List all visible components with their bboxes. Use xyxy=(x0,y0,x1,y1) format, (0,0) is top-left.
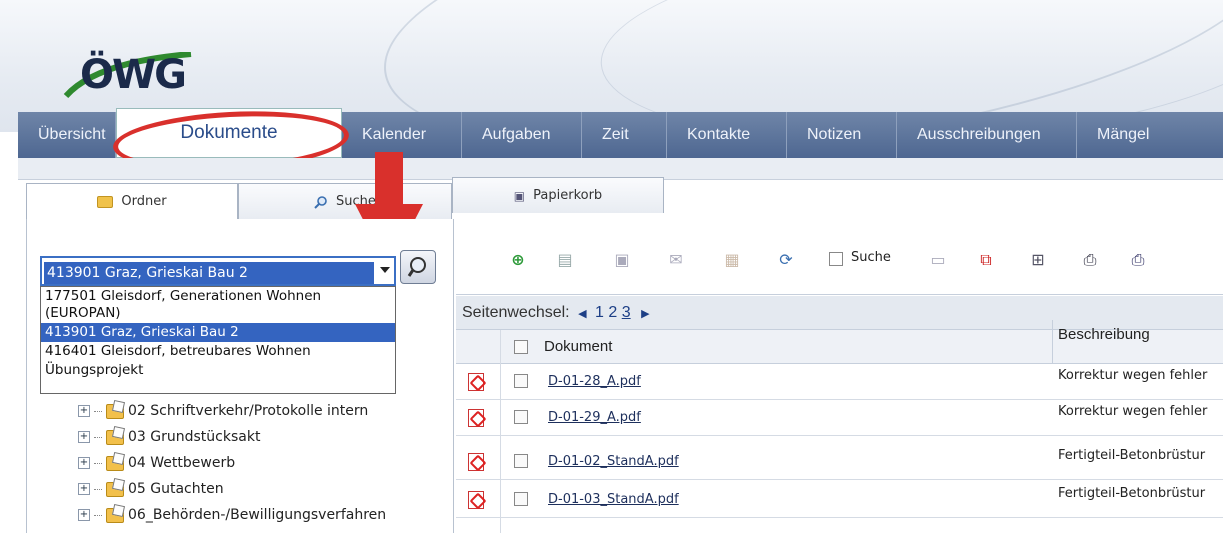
folder-icon xyxy=(106,403,124,419)
pdf-file-icon xyxy=(468,373,484,391)
document-link[interactable]: D-01-03_StandA.pdf xyxy=(548,492,679,507)
project-select[interactable]: 413901 Graz, Grieskai Bau 2 xyxy=(40,256,396,286)
search-checkbox[interactable] xyxy=(829,252,843,266)
column-header-description[interactable]: Beschreibung xyxy=(1058,326,1150,343)
refresh-icon[interactable]: ⟳ xyxy=(776,250,796,270)
column-header-document[interactable]: Dokument xyxy=(544,338,612,355)
document-description: Fertigteil-Betonbrüstur xyxy=(1058,486,1206,501)
project-select-value: 413901 Graz, Grieskai Bau 2 xyxy=(44,262,374,284)
project-search-button[interactable] xyxy=(400,250,436,284)
tree-connector xyxy=(94,410,102,412)
table-row[interactable]: D-01-28_A.pdf Korrektur wegen fehler xyxy=(456,364,1223,400)
tree-connector xyxy=(94,462,102,464)
page-link-2[interactable]: 2 xyxy=(608,304,617,321)
document-icon[interactable]: ▭ xyxy=(928,250,948,270)
tree-item-label: 06_Behörden-/Bewilligungsverfahren xyxy=(128,507,387,523)
folder-icon xyxy=(106,455,124,471)
pagination-bar: Seitenwechsel: ◀ 1 2 3 ▶ xyxy=(456,296,1223,330)
table-row[interactable]: D-01-29_A.pdf Korrektur wegen fehler xyxy=(456,400,1223,436)
pdf-file-icon xyxy=(468,453,484,471)
document-link[interactable]: D-01-28_A.pdf xyxy=(548,374,641,389)
row-checkbox[interactable] xyxy=(514,374,528,388)
left-panel-tabs: Ordner Suche ▣ Papierkorb xyxy=(26,177,664,219)
tree-item-label: 02 Schriftverkehr/Protokolle intern xyxy=(128,403,369,419)
page-link-3[interactable]: 3 xyxy=(622,304,631,321)
table-header: Dokument Beschreibung xyxy=(456,320,1223,364)
next-page-icon[interactable]: ▶ xyxy=(641,308,649,320)
nav-tab-uebersicht[interactable]: Übersicht xyxy=(18,112,116,158)
project-option[interactable]: 177501 Gleisdorf, Generationen Wohnen (E… xyxy=(41,287,395,323)
move-icon[interactable]: ▣ xyxy=(612,250,632,270)
search-icon xyxy=(314,195,327,209)
nav-tab-maengel[interactable]: Mängel xyxy=(1077,112,1177,158)
tree-connector xyxy=(94,488,102,490)
document-link[interactable]: D-01-29_A.pdf xyxy=(548,410,641,425)
row-checkbox[interactable] xyxy=(514,492,528,506)
select-all-checkbox[interactable] xyxy=(514,340,528,354)
folder-icon xyxy=(106,429,124,445)
folder-tree: + 02 Schriftverkehr/Protokolle intern + … xyxy=(78,398,386,528)
tree-item[interactable]: + 04 Wettbewerb xyxy=(78,450,386,476)
nav-tab-notizen[interactable]: Notizen xyxy=(787,112,897,158)
folder-icon xyxy=(97,195,114,208)
nav-tab-kontakte[interactable]: Kontakte xyxy=(667,112,787,158)
expand-icon[interactable]: + xyxy=(78,457,90,469)
page-link-1[interactable]: 1 xyxy=(595,304,604,321)
nav-tab-zeit[interactable]: Zeit xyxy=(582,112,667,158)
project-option-selected[interactable]: 413901 Graz, Grieskai Bau 2 xyxy=(41,323,395,342)
nav-tab-ausschreibungen[interactable]: Ausschreibungen xyxy=(897,112,1077,158)
tree-item-label: 03 Grundstücksakt xyxy=(128,429,261,445)
tree-item-label: 04 Wettbewerb xyxy=(128,455,236,471)
tree-item[interactable]: + 06_Behörden-/Bewilligungsverfahren xyxy=(78,502,386,528)
pagination-label: Seitenwechsel: xyxy=(462,304,570,321)
print-preview-icon[interactable]: ⎙ xyxy=(1128,250,1148,270)
document-description: Korrektur wegen fehler xyxy=(1058,368,1208,383)
pdf-icon[interactable]: ⧉ xyxy=(976,250,996,270)
folder-icon xyxy=(106,481,124,497)
expand-icon[interactable]: + xyxy=(78,405,90,417)
pdf-file-icon xyxy=(468,409,484,427)
tree-connector xyxy=(94,514,102,516)
add-icon[interactable]: ⊕ xyxy=(508,250,528,270)
trash-icon: ▣ xyxy=(513,188,526,203)
search-checkbox-label: Suche xyxy=(851,250,891,265)
prev-page-icon[interactable]: ◀ xyxy=(578,308,586,320)
chevron-down-icon[interactable] xyxy=(380,267,390,273)
project-option[interactable]: 416401 Gleisdorf, betreubares Wohnen xyxy=(41,342,395,361)
project-option[interactable]: Übungsprojekt xyxy=(41,361,395,380)
tab-papierkorb-label: Papierkorb xyxy=(533,188,603,203)
row-checkbox[interactable] xyxy=(514,454,528,468)
owg-logo: ÖWG xyxy=(80,52,187,98)
project-dropdown: 177501 Gleisdorf, Generationen Wohnen (E… xyxy=(40,286,396,394)
hierarchy-icon[interactable]: ⊞ xyxy=(1028,250,1048,270)
copy-icon[interactable]: ▤ xyxy=(555,250,575,270)
tab-papierkorb[interactable]: ▣ Papierkorb xyxy=(452,177,664,213)
nav-tab-aufgaben[interactable]: Aufgaben xyxy=(462,112,582,158)
expand-icon[interactable]: + xyxy=(78,431,90,443)
document-description: Korrektur wegen fehler xyxy=(1058,404,1208,419)
magnifier-icon xyxy=(407,257,426,277)
tree-item[interactable]: + 03 Grundstücksakt xyxy=(78,424,386,450)
table-row[interactable]: D-01-02_StandA.pdf Fertigteil-Betonbrüst… xyxy=(456,444,1223,480)
expand-icon[interactable]: + xyxy=(78,483,90,495)
mail-icon[interactable]: ✉ xyxy=(666,250,686,270)
tree-item[interactable]: + 05 Gutachten xyxy=(78,476,386,502)
print-icon[interactable]: ⎙ xyxy=(1080,250,1100,270)
tab-ordner-label: Ordner xyxy=(121,194,167,209)
pdf-file-icon xyxy=(468,491,484,509)
document-link[interactable]: D-01-02_StandA.pdf xyxy=(548,454,679,469)
row-checkbox[interactable] xyxy=(514,410,528,424)
document-description: Fertigteil-Betonbrüstur xyxy=(1058,448,1206,463)
column-divider xyxy=(1052,320,1053,364)
tree-item-label: 05 Gutachten xyxy=(128,481,224,497)
tree-item[interactable]: + 02 Schriftverkehr/Protokolle intern xyxy=(78,398,386,424)
tab-ordner[interactable]: Ordner xyxy=(26,183,238,219)
tree-connector xyxy=(94,436,102,438)
lock-icon[interactable]: ▦ xyxy=(722,250,742,270)
table-row[interactable]: D-01-03_StandA.pdf Fertigteil-Betonbrüst… xyxy=(456,482,1223,518)
expand-icon[interactable]: + xyxy=(78,509,90,521)
folder-icon xyxy=(106,507,124,523)
